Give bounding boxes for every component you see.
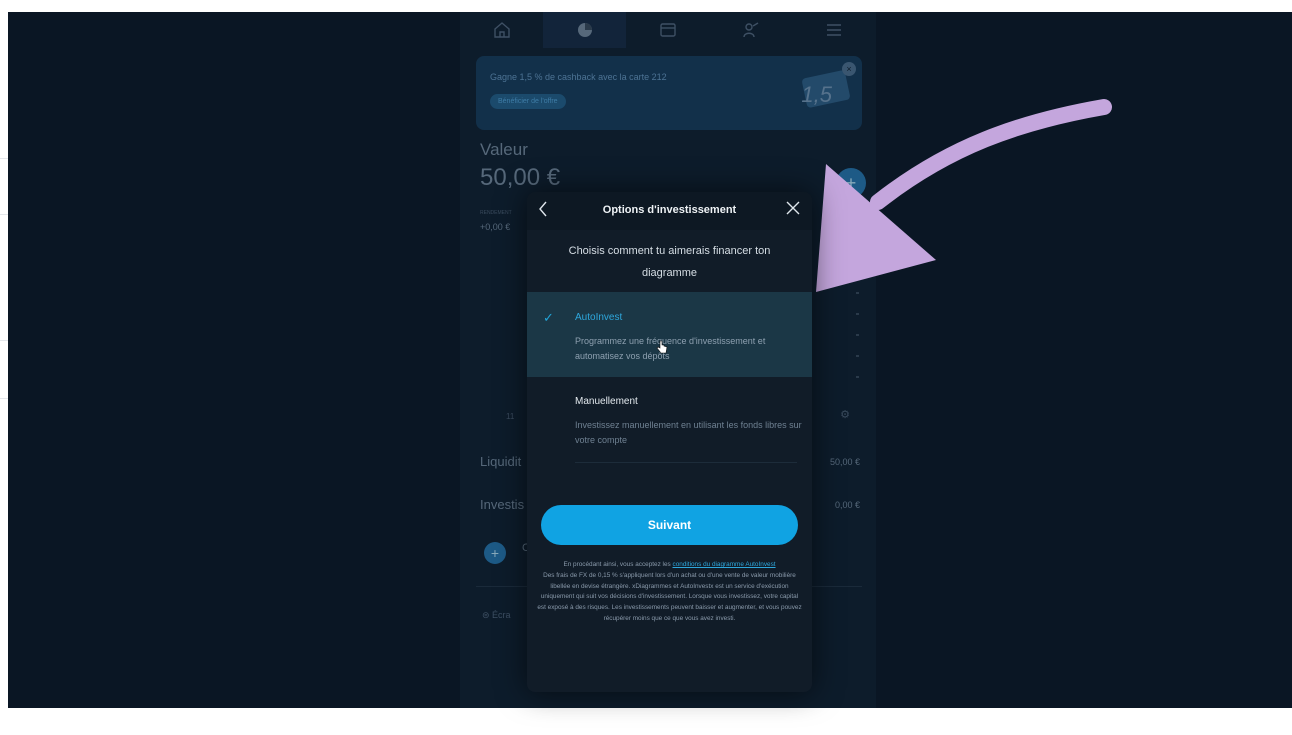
legal-body: Des frais de FX de 0,15 % s'appliquent l… [537,571,802,622]
option-title: Manuellement [575,396,638,407]
edge-line [0,340,8,341]
modal-title: Options d'investissement [602,204,737,216]
option-manual[interactable]: Manuellement Investissez manuellement en… [527,384,812,470]
legal-disclaimer: En procédant ainsi, vous acceptez les co… [537,560,802,625]
edge-line [0,214,8,215]
close-icon [786,201,800,215]
divider [575,462,797,463]
investment-options-modal: Options d'investissement Choisis comment… [527,192,812,692]
next-button[interactable]: Suivant [541,505,798,545]
modal-header: Options d'investissement [527,192,812,230]
option-title: AutoInvest [575,312,623,323]
edge-line [0,158,8,159]
corner-decoration [1152,12,1292,24]
option-description: Programmez une fréquence d'investissemen… [575,336,766,361]
check-icon: ✓ [543,310,554,325]
terms-link[interactable]: conditions du diagramme AutoInvest [673,561,776,568]
edge-line [0,398,8,399]
legal-intro: En procédant ainsi, vous acceptez les [563,561,671,568]
option-description: Investissez manuellement en utilisant le… [575,420,802,445]
option-autoinvest[interactable]: ✓ AutoInvest Programmez une fréquence d'… [527,292,812,377]
modal-subtitle: Choisis comment tu aimerais financer ton… [568,245,771,279]
arrow-shaft [870,99,1112,210]
hand-cursor-icon [656,340,668,354]
close-button[interactable] [784,200,802,220]
